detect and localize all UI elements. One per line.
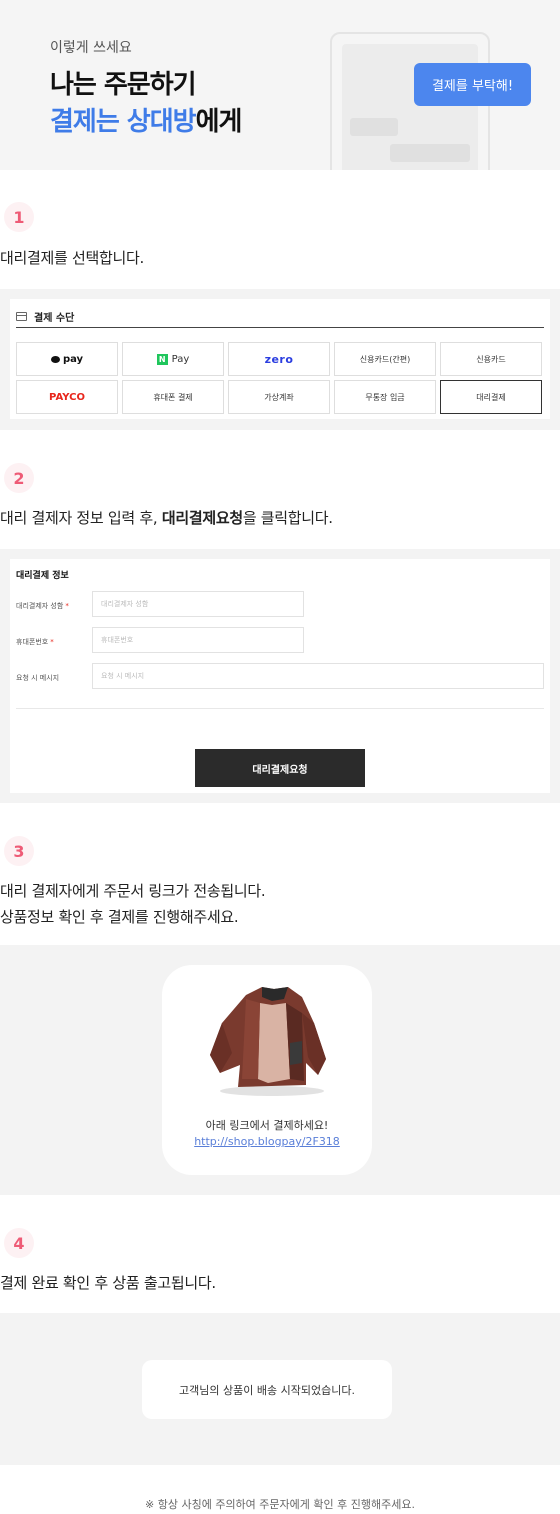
proxy-payment-button[interactable]: 대리결제 (440, 380, 542, 414)
hero-title-rest: 에게 (195, 107, 243, 137)
hero-title-line1: 나는 주문하기 (50, 70, 197, 100)
message-label: 요청 시 메시지 (16, 674, 60, 682)
phone-placeholder-bar (390, 144, 470, 162)
payment-method-grid: pay N Pay zero 신용카드(간편) 신용카드 PAYCO 휴대폰 결제… (16, 342, 543, 414)
proxy-form-card: 대리결제 정보 대리결제자 성함* 휴대폰번호* 요청 시 메시지 대리결제요청 (10, 559, 550, 793)
phone-placeholder-bar (350, 118, 398, 136)
hero-title-line2: 결제는 상대방에게 (50, 101, 243, 138)
phone-label: 휴대폰번호 * (16, 638, 54, 646)
proxy-form-title: 대리결제 정보 (16, 571, 69, 581)
step-text-4: 결제 완료 확인 후 상품 출고됩니다. (0, 1274, 216, 1292)
credit-card-button[interactable]: 신용카드 (440, 342, 542, 376)
naverpay-button[interactable]: N Pay (122, 342, 224, 376)
payment-guide-page: 이렇게 쓰세요 나는 주문하기 결제는 상대방에게 결제를 부탁해! 1 대리결… (0, 0, 560, 1514)
payer-name-label: 대리결제자 성함 * (16, 602, 69, 610)
payer-name-input[interactable] (92, 591, 304, 617)
payment-method-card: 결제 수단 pay N Pay zero 신용카드(간편) 신용카드 PAYCO … (10, 299, 550, 419)
step-number-1: 1 (4, 202, 34, 232)
virtual-account-button[interactable]: 가상계좌 (228, 380, 330, 414)
payment-method-title: 결제 수단 (34, 312, 75, 324)
link-message: 아래 링크에서 결제하세요! (205, 1119, 329, 1132)
order-link-card: 아래 링크에서 결제하세요! http://shop.blogpay/2F318 (162, 965, 372, 1175)
step-text-1: 대리결제를 선택합니다. (0, 249, 144, 267)
payment-method-area: 결제 수단 pay N Pay zero 신용카드(간편) 신용카드 PAYCO … (0, 289, 560, 430)
step-number-2: 2 (4, 463, 34, 493)
required-mark: * (65, 602, 69, 610)
shipping-notification: 고객님의 상품이 배송 시작되었습니다. (142, 1360, 392, 1419)
step-number-3: 3 (4, 836, 34, 866)
kakao-bubble-icon (50, 355, 60, 363)
mobile-payment-button[interactable]: 휴대폰 결제 (122, 380, 224, 414)
hero-title-highlight: 결제는 상대방 (50, 107, 197, 137)
simple-credit-card-button[interactable]: 신용카드(간편) (334, 342, 436, 376)
bank-transfer-button[interactable]: 무통장 입금 (334, 380, 436, 414)
step-text-3: 대리 결제자에게 주문서 링크가 전송됩니다. 상품정보 확인 후 결제를 진행… (0, 882, 266, 926)
shipping-notice-area: 고객님의 상품이 배송 시작되었습니다. (0, 1313, 560, 1465)
form-divider (16, 708, 544, 709)
link-preview-area: 아래 링크에서 결제하세요! http://shop.blogpay/2F318 (0, 945, 560, 1195)
caution-footnote: ※ 항상 사칭에 주의하여 주문자에게 확인 후 진행해주세요. (145, 1498, 415, 1511)
phone-input[interactable] (92, 627, 304, 653)
kakaopay-button[interactable]: pay (16, 342, 118, 376)
zeropay-button[interactable]: zero (228, 342, 330, 376)
proxy-form-area: 대리결제 정보 대리결제자 성함* 휴대폰번호* 요청 시 메시지 대리결제요청 (0, 549, 560, 803)
proxy-payment-request-button[interactable]: 대리결제요청 (195, 749, 365, 787)
credit-card-icon (16, 311, 27, 321)
chat-bubble: 결제를 부탁해! (414, 63, 531, 106)
naver-n-icon: N (156, 353, 168, 365)
payco-button[interactable]: PAYCO (16, 380, 118, 414)
payment-method-header: 결제 수단 (16, 305, 544, 328)
hero-subtitle: 이렇게 쓰세요 (50, 40, 132, 56)
jacket-product-image (210, 987, 326, 1096)
required-mark: * (50, 638, 54, 646)
step-text-2: 대리 결제자 정보 입력 후, 대리결제요청을 클릭합니다. (0, 509, 333, 527)
step-number-4: 4 (4, 1228, 34, 1258)
payment-link[interactable]: http://shop.blogpay/2F318 (162, 1135, 372, 1148)
message-input[interactable] (92, 663, 544, 689)
hero-section: 이렇게 쓰세요 나는 주문하기 결제는 상대방에게 결제를 부탁해! (0, 0, 560, 170)
